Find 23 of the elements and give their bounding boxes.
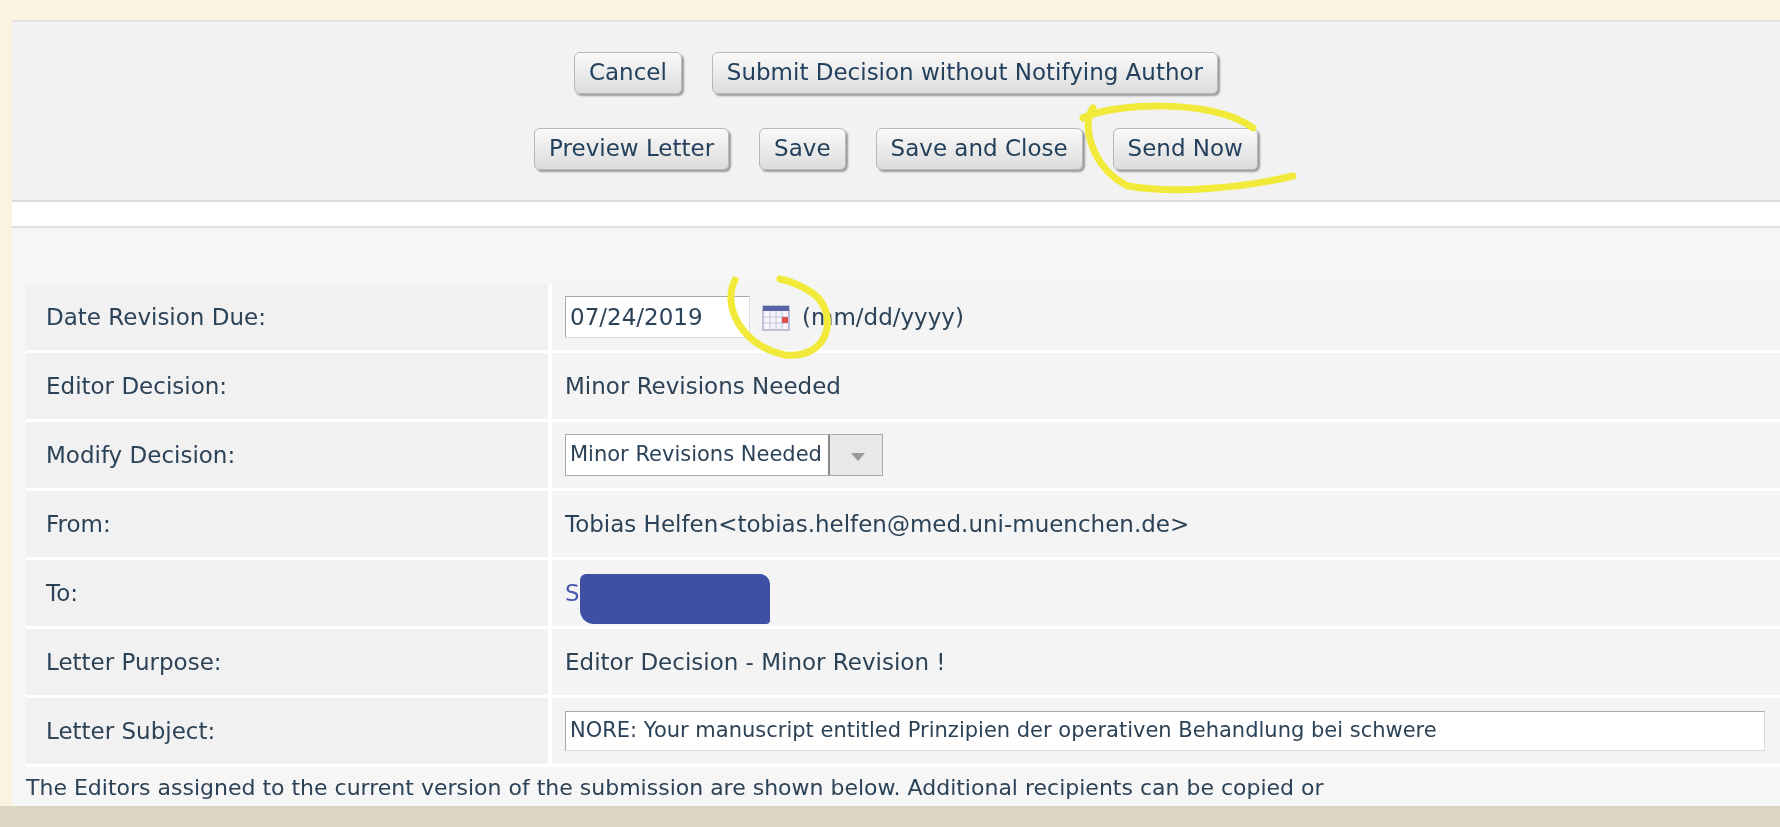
button[interactable]: Save xyxy=(759,127,846,170)
field-label: Editor Decision: xyxy=(26,352,552,419)
field-value: Minor Revisions Needed xyxy=(565,371,841,401)
field-label: Modify Decision: xyxy=(26,421,552,488)
date-field[interactable]: 07/24/2019 xyxy=(565,295,750,339)
caret-icon xyxy=(851,453,865,462)
button[interactable]: Send Now xyxy=(1112,127,1258,170)
field-value: Editor Decision - Minor Revision ! xyxy=(565,647,946,677)
button[interactable]: Cancel xyxy=(573,52,682,94)
button[interactable]: Preview Letter xyxy=(534,127,730,170)
button[interactable]: Submit Decision without Notifying Author xyxy=(711,52,1219,94)
field-label: Letter Subject: xyxy=(26,697,552,764)
field-value: Tobias Helfen<tobias.helfen@med.uni-muenchen.de> xyxy=(565,509,1190,539)
calendar-icon[interactable] xyxy=(762,305,790,332)
button[interactable]: Save and Close xyxy=(875,127,1083,170)
field-label: To: xyxy=(26,559,552,626)
field-label: Letter Purpose: xyxy=(26,628,552,695)
field-label: Date Revision Due: xyxy=(26,283,552,350)
instruction-text: The Editors assigned to the current version of the submission are shown below. Additional recipients can be copied or xyxy=(26,773,1325,802)
decision-dropdown[interactable]: Minor Revisions Needed xyxy=(565,434,883,476)
subject-field[interactable]: NORE: Your manuscript entitled Prinzipien der operativen Behandlung bei schwere xyxy=(565,711,1765,751)
field-label: From: xyxy=(26,490,552,557)
field-value: S xyxy=(565,578,580,608)
